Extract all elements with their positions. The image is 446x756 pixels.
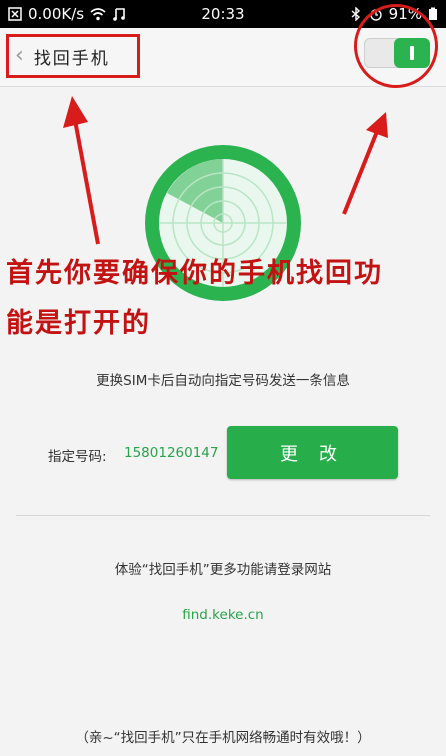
find-phone-toggle[interactable] — [364, 38, 430, 68]
sim-notice: 更换SIM卡后自动向指定号码发送一条信息 — [96, 373, 350, 389]
annotation-line-2: 能是打开的 — [6, 308, 151, 339]
arrow-icon — [63, 96, 100, 245]
bluetooth-icon — [351, 7, 360, 21]
arrow-icon — [342, 112, 388, 215]
change-button[interactable]: 更 改 — [227, 426, 398, 479]
website-link[interactable]: find.keke.cn — [0, 607, 446, 623]
divider — [16, 515, 430, 516]
battery-icon — [429, 7, 437, 20]
toggle-knob[interactable] — [394, 38, 430, 68]
back-button[interactable]: ‹ 找回手机 — [6, 34, 140, 78]
phone-number: 15801260147 — [124, 445, 219, 461]
phone-label: 指定号码: — [48, 449, 107, 465]
annotation-line-1: 首先你要确保你的手机找回功 — [6, 258, 383, 289]
footer-note: （亲~“找回手机”只在手机网络畅通时有效哦！） — [75, 730, 371, 746]
experience-text: 体验“找回手机”更多功能请登录网站 — [114, 562, 332, 578]
page-title: 找回手机 — [33, 48, 110, 69]
back-chevron-icon[interactable]: ‹ — [15, 45, 24, 67]
